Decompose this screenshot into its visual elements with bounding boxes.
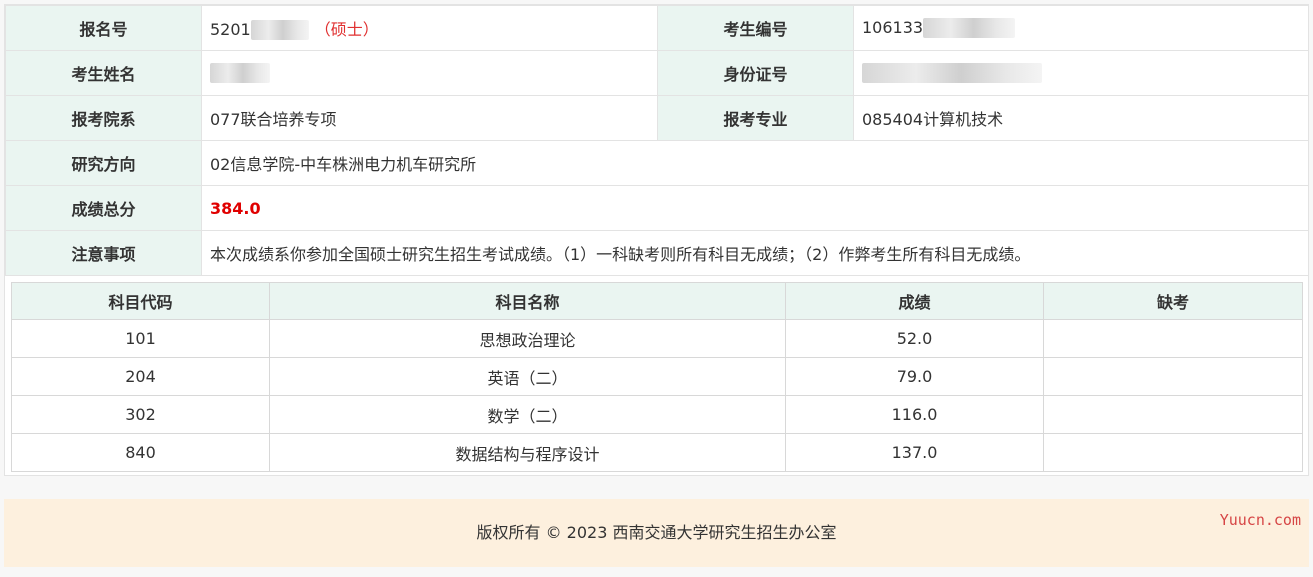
table-row: 204 英语（二） 79.0 (11, 357, 1303, 396)
reg-no-cell: 5201 （硕士） (201, 5, 658, 51)
subject-code: 302 (11, 395, 270, 434)
total-cell: 384.0 (201, 185, 1309, 231)
copyright-text: 版权所有 © 2023 西南交通大学研究生招生办公室 (476, 523, 837, 542)
header-absent: 缺考 (1043, 282, 1303, 320)
notes-value: 本次成绩系你参加全国硕士研究生招生考试成绩。（1）一科缺考则所有科目无成绩；（2… (201, 230, 1309, 276)
subject-score: 116.0 (785, 395, 1044, 434)
total-label: 成绩总分 (5, 185, 202, 231)
header-score: 成绩 (785, 282, 1044, 320)
table-row: 302 数学（二） 116.0 (11, 395, 1303, 434)
header-subject-name: 科目名称 (269, 282, 786, 320)
subject-score: 79.0 (785, 357, 1044, 396)
major-label: 报考专业 (657, 95, 854, 141)
subject-name: 思想政治理论 (269, 319, 786, 358)
subject-code: 101 (11, 319, 270, 358)
dept-label: 报考院系 (5, 95, 202, 141)
footer: 版权所有 © 2023 西南交通大学研究生招生办公室 (4, 499, 1309, 567)
info-row-direction: 研究方向 02信息学院-中车株洲电力机车研究所 (5, 140, 1309, 186)
id-redacted (862, 63, 1042, 84)
dept-value: 077联合培养专项 (201, 95, 658, 141)
reg-no-redacted (250, 20, 309, 41)
exam-no-label: 考生编号 (657, 5, 854, 51)
subject-name: 数学（二） (269, 395, 786, 434)
subject-header-row: 科目代码 科目名称 成绩 缺考 (11, 282, 1303, 320)
exam-no-redacted (923, 18, 1016, 39)
reg-no-label: 报名号 (5, 5, 202, 51)
exam-no-value: 106133 (862, 17, 924, 37)
watermark-text: Yuucn.com (1219, 511, 1301, 529)
info-row-reg: 报名号 5201 （硕士） 考生编号 106133 (5, 5, 1309, 51)
name-label: 考生姓名 (5, 50, 202, 96)
subject-absent (1043, 357, 1303, 396)
table-row: 840 数据结构与程序设计 137.0 (11, 433, 1303, 472)
score-report-page: 报名号 5201 （硕士） 考生编号 106133 考生姓名 身份证号 报考院系… (0, 0, 1313, 577)
subject-name: 数据结构与程序设计 (269, 433, 786, 472)
info-row-total: 成绩总分 384.0 (5, 185, 1309, 231)
info-row-name: 考生姓名 身份证号 (5, 50, 1309, 96)
degree-tag: （硕士） (314, 19, 379, 39)
subject-code: 204 (11, 357, 270, 396)
id-cell (853, 50, 1309, 96)
score-info-panel: 报名号 5201 （硕士） 考生编号 106133 考生姓名 身份证号 报考院系… (4, 4, 1309, 476)
id-label: 身份证号 (657, 50, 854, 96)
candidate-info-table: 报名号 5201 （硕士） 考生编号 106133 考生姓名 身份证号 报考院系… (5, 5, 1309, 276)
subject-name: 英语（二） (269, 357, 786, 396)
subject-code: 840 (11, 433, 270, 472)
name-cell (201, 50, 658, 96)
subject-absent (1043, 395, 1303, 434)
header-subject-code: 科目代码 (11, 282, 270, 320)
info-row-dept: 报考院系 077联合培养专项 报考专业 085404计算机技术 (5, 95, 1309, 141)
subject-score: 52.0 (785, 319, 1044, 358)
reg-no-value: 5201 (210, 19, 251, 39)
subject-scores-box: 科目代码 科目名称 成绩 缺考 101 思想政治理论 52.0 204 英语（二… (11, 282, 1303, 472)
subject-scores-table: 科目代码 科目名称 成绩 缺考 101 思想政治理论 52.0 204 英语（二… (11, 282, 1303, 472)
major-value: 085404计算机技术 (853, 95, 1309, 141)
subject-absent (1043, 433, 1303, 472)
subject-absent (1043, 319, 1303, 358)
table-row: 101 思想政治理论 52.0 (11, 319, 1303, 358)
notes-label: 注意事项 (5, 230, 202, 276)
exam-no-cell: 106133 (853, 5, 1309, 51)
info-row-notes: 注意事项 本次成绩系你参加全国硕士研究生招生考试成绩。（1）一科缺考则所有科目无… (5, 230, 1309, 276)
direction-label: 研究方向 (5, 140, 202, 186)
direction-value: 02信息学院-中车株洲电力机车研究所 (201, 140, 1309, 186)
subject-score: 137.0 (785, 433, 1044, 472)
total-score: 384.0 (210, 198, 261, 218)
name-redacted (210, 63, 270, 84)
